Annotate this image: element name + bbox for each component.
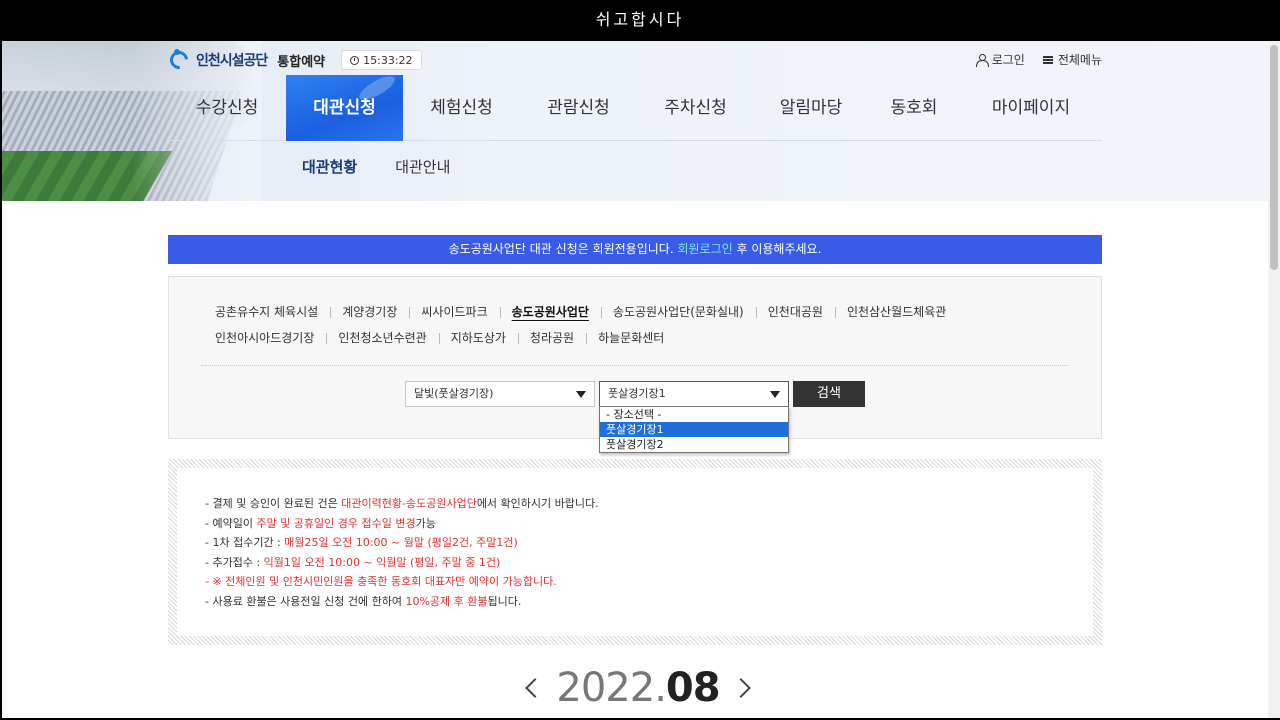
venue-tab[interactable]: 송도공원사업단(문화실내) <box>600 299 756 325</box>
clock-badge: 15:33:22 <box>341 50 422 70</box>
calendar-month: 2022.08 <box>556 665 720 711</box>
venue-tab[interactable]: 인천대공원 <box>755 299 835 325</box>
venue-tab-selected[interactable]: 송도공원사업단 <box>499 299 601 325</box>
member-login-link[interactable]: 회원로그인 <box>677 242 732 256</box>
all-menu-label: 전체메뉴 <box>1057 53 1102 67</box>
calendar-month-nav: 2022.08 <box>525 663 751 713</box>
nav-course[interactable]: 수강신청 <box>168 75 286 141</box>
chevron-left-icon[interactable] <box>525 678 546 698</box>
info-line: - 예약일이 주말 및 공휴일인 경우 접수일 변경가능 <box>205 516 436 530</box>
venue-tab[interactable]: 인천청소년수련관 <box>326 325 438 351</box>
venue-tabs: 공촌유수지 체육시설 계양경기장 씨사이드파크 송도공원사업단 송도공원사업단(… <box>215 299 1075 351</box>
info-line: - 1차 접수기간 : 매월25일 오전 10:00 ~ 월말 (평일2건, 주… <box>205 536 518 549</box>
venue-tab[interactable]: 공촌유수지 체육시설 <box>215 299 330 325</box>
nav-parking[interactable]: 주차신청 <box>637 75 754 141</box>
place-dropdown-list: - 장소선택 - 풋살경기장1 풋살경기장2 <box>599 406 789 453</box>
info-line: - 사용료 환불은 사용전일 신청 건에 한하여 10%공제 후 환불됩니다. <box>205 594 522 608</box>
venue-tab[interactable]: 인천삼산월드체육관 <box>834 299 958 325</box>
notice-text-end: 후 이용해주세요. <box>732 242 822 256</box>
hamburger-icon <box>1042 55 1053 64</box>
clock-icon <box>350 55 360 65</box>
brand-name: 인천시설공단 <box>196 53 268 69</box>
facility-value: 달빛(풋살경기장) <box>414 387 494 400</box>
notice-text: 송도공원사업단 대관 신청은 회원전용입니다. <box>448 242 678 256</box>
utility-menu: 로그인 전체메뉴 <box>975 51 1102 68</box>
window-title: 쉬고합시다 <box>0 0 1280 40</box>
nav-viewing[interactable]: 관람신청 <box>520 75 637 141</box>
nav-rental[interactable]: 대관신청 <box>286 75 403 141</box>
dropdown-arrow-icon <box>576 391 586 398</box>
logo-icon <box>166 47 192 73</box>
scrollbar-thumb[interactable] <box>1270 45 1278 270</box>
nav-experience[interactable]: 체험신청 <box>403 75 520 141</box>
info-line: - ※ 전체인원 및 인천시민인원을 충족한 동호회 대표자만 예약이 가능합니… <box>205 575 557 588</box>
facility-select[interactable]: 달빛(풋살경기장) <box>405 381 595 407</box>
login-link[interactable]: 로그인 <box>975 51 1025 68</box>
filter-divider <box>201 365 1069 366</box>
nav-mypage[interactable]: 마이페이지 <box>960 75 1102 141</box>
place-select[interactable]: 풋살경기장1 <box>599 381 789 407</box>
place-value: 풋살경기장1 <box>608 387 666 400</box>
member-notice: 송도공원사업단 대관 신청은 회원전용입니다. 회원로그인 후 이용해주세요. <box>168 235 1102 264</box>
venue-tab[interactable]: 인천아시아드경기장 <box>215 325 326 351</box>
page-scrollbar[interactable] <box>1268 41 1280 718</box>
venue-tab[interactable]: 계양경기장 <box>330 299 409 325</box>
subnav-rental-status[interactable]: 대관현황 <box>302 156 357 177</box>
user-icon <box>975 53 989 67</box>
info-line: - 결제 및 승인이 완료된 건은 대관이력현황-송도공원사업단에서 확인하시기… <box>205 497 599 510</box>
main-nav: 수강신청 대관신청 체험신청 관람신청 주차신청 알림마당 동호회 마이페이지 <box>168 75 1102 141</box>
nav-club[interactable]: 동호회 <box>868 75 960 141</box>
service-name: 통합예약 <box>277 54 326 70</box>
venue-tab[interactable]: 청라공원 <box>517 325 586 351</box>
place-option[interactable]: 풋살경기장2 <box>600 437 788 452</box>
info-line: - 추가접수 : 익월1일 오전 10:00 ~ 익월말 (평일, 주말 중 1… <box>205 555 501 569</box>
info-notice-content: - 결제 및 승인이 완료된 건은 대관이력현황-송도공원사업단에서 확인하시기… <box>177 468 1093 636</box>
login-label: 로그인 <box>991 53 1025 67</box>
dropdown-arrow-icon <box>770 391 780 398</box>
site-logo[interactable]: 인천시설공단 통합예약 15:33:22 <box>166 47 422 73</box>
all-menu-link[interactable]: 전체메뉴 <box>1042 51 1102 68</box>
browser-viewport: 인천시설공단 통합예약 15:33:22 로그인 전체메뉴 수강신청 대관신청 … <box>2 41 1268 718</box>
sub-nav: 대관현황 대관안내 <box>302 156 450 177</box>
chevron-right-icon[interactable] <box>730 678 751 698</box>
place-option-selected[interactable]: 풋살경기장1 <box>600 422 788 437</box>
venue-tab[interactable]: 씨사이드파크 <box>409 299 499 325</box>
search-button[interactable]: 검색 <box>793 381 865 407</box>
venue-tab[interactable]: 지하도상가 <box>438 325 518 351</box>
subnav-rental-guide[interactable]: 대관안내 <box>395 156 450 177</box>
clock-time: 15:33:22 <box>363 53 413 67</box>
site-header: 인천시설공단 통합예약 15:33:22 로그인 전체메뉴 수강신청 대관신청 … <box>2 41 1268 201</box>
nav-notice[interactable]: 알림마당 <box>754 75 868 141</box>
place-option[interactable]: - 장소선택 - <box>600 407 788 422</box>
info-notice-box: - 결제 및 승인이 완료된 건은 대관이력현황-송도공원사업단에서 확인하시기… <box>168 459 1102 645</box>
venue-tab[interactable]: 하늘문화센터 <box>586 325 676 351</box>
